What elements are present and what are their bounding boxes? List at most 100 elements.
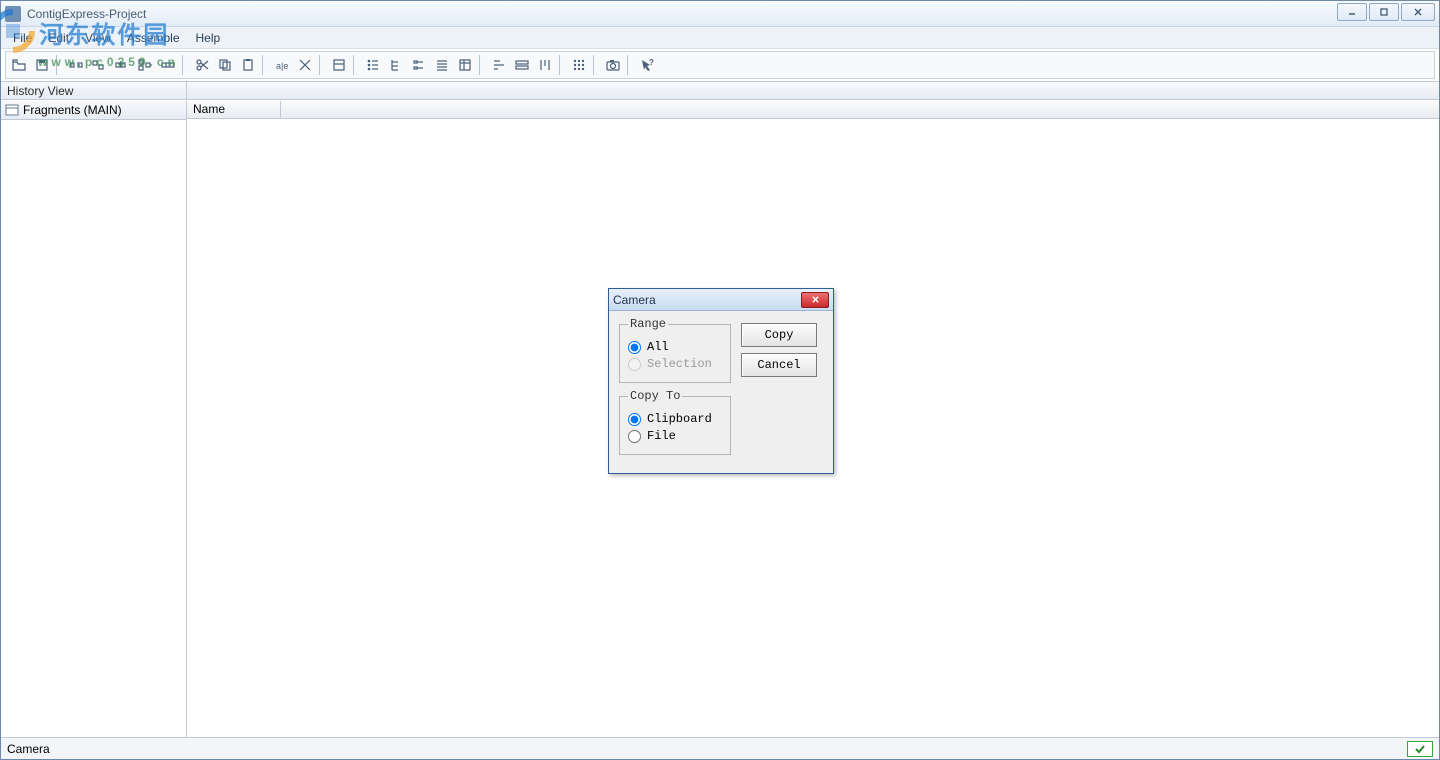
radio-row-file[interactable]: File bbox=[628, 429, 722, 443]
assemble-3-icon bbox=[114, 57, 130, 73]
maximize-button[interactable] bbox=[1369, 3, 1399, 21]
rename-button[interactable]: a|e bbox=[271, 54, 293, 76]
panel-headers: History View bbox=[1, 81, 1439, 100]
dialog-right-column: Copy Cancel bbox=[741, 317, 823, 377]
status-text: Camera bbox=[7, 742, 50, 756]
menu-help[interactable]: Help bbox=[188, 29, 229, 47]
column-header-row: Name bbox=[187, 101, 1439, 119]
assemble-4-icon bbox=[137, 57, 153, 73]
radio-clipboard[interactable] bbox=[628, 413, 641, 426]
history-view-header: History View bbox=[1, 82, 187, 99]
fieldset-copyto: Copy To Clipboard File bbox=[619, 389, 731, 455]
dialog-body: Range All Selection Copy To Clipboard bbox=[609, 311, 833, 473]
align-left-button[interactable] bbox=[488, 54, 510, 76]
legend-copyto: Copy To bbox=[628, 389, 682, 403]
assemble-2-icon bbox=[91, 57, 107, 73]
close-button[interactable] bbox=[1401, 3, 1435, 21]
svg-text:?: ? bbox=[649, 58, 654, 67]
toolbar-separator bbox=[627, 55, 633, 75]
tree-med-button[interactable] bbox=[385, 54, 407, 76]
open-folder-icon bbox=[11, 57, 27, 73]
whatsthis-icon: ? bbox=[639, 57, 655, 73]
align-left-icon bbox=[491, 57, 507, 73]
menu-view[interactable]: View bbox=[77, 29, 119, 47]
column-header-spacer bbox=[281, 101, 1439, 118]
props-icon bbox=[331, 57, 347, 73]
dialog-title: Camera bbox=[613, 293, 801, 307]
radio-row-clipboard[interactable]: Clipboard bbox=[628, 412, 722, 426]
menubar: File Edit View Assemble Help bbox=[1, 27, 1439, 49]
open-folder-button[interactable] bbox=[8, 54, 30, 76]
tree-med-icon bbox=[388, 57, 404, 73]
align-seq-icon bbox=[514, 57, 530, 73]
radio-all[interactable] bbox=[628, 341, 641, 354]
grid-button[interactable] bbox=[568, 54, 590, 76]
tree-large-icon bbox=[411, 57, 427, 73]
align-vert-icon bbox=[537, 57, 553, 73]
align-vert-button[interactable] bbox=[534, 54, 556, 76]
details-button[interactable] bbox=[454, 54, 476, 76]
radio-row-selection: Selection bbox=[628, 357, 722, 371]
radio-file[interactable] bbox=[628, 430, 641, 443]
check-icon bbox=[1414, 744, 1426, 754]
copy-button[interactable]: Copy bbox=[741, 323, 817, 347]
dialog-left-column: Range All Selection Copy To Clipboard bbox=[619, 317, 731, 455]
dialog-titlebar: Camera bbox=[609, 289, 833, 311]
toolbar-separator bbox=[56, 55, 62, 75]
menu-file[interactable]: File bbox=[5, 29, 40, 47]
delete-button[interactable] bbox=[294, 54, 316, 76]
menu-assemble[interactable]: Assemble bbox=[119, 29, 188, 47]
grid-icon bbox=[571, 57, 587, 73]
statusbar: Camera bbox=[1, 737, 1439, 759]
tree-large-button[interactable] bbox=[408, 54, 430, 76]
toolbar-separator bbox=[559, 55, 565, 75]
radio-file-label: File bbox=[647, 429, 676, 443]
tree-small-button[interactable] bbox=[362, 54, 384, 76]
paste-icon bbox=[240, 57, 256, 73]
cancel-button[interactable]: Cancel bbox=[741, 353, 817, 377]
copy-button[interactable] bbox=[214, 54, 236, 76]
assemble-1-button[interactable] bbox=[65, 54, 87, 76]
status-indicator[interactable] bbox=[1407, 741, 1433, 757]
column-header-name[interactable]: Name bbox=[187, 101, 281, 118]
minimize-icon bbox=[1347, 7, 1357, 17]
save-button[interactable] bbox=[31, 54, 53, 76]
assemble-2-button[interactable] bbox=[88, 54, 110, 76]
paste-button[interactable] bbox=[237, 54, 259, 76]
props-button[interactable] bbox=[328, 54, 350, 76]
toolbar-separator bbox=[319, 55, 325, 75]
menu-edit[interactable]: Edit bbox=[40, 29, 77, 47]
scissors-button[interactable] bbox=[191, 54, 213, 76]
fragments-icon bbox=[5, 104, 19, 116]
camera-button[interactable] bbox=[602, 54, 624, 76]
minimize-button[interactable] bbox=[1337, 3, 1367, 21]
camera-dialog: Camera Range All Selection Copy To bbox=[608, 288, 834, 474]
whatsthis-button[interactable]: ? bbox=[636, 54, 658, 76]
delete-icon bbox=[297, 57, 313, 73]
toolbar-separator bbox=[262, 55, 268, 75]
camera-icon bbox=[605, 57, 621, 73]
radio-row-all[interactable]: All bbox=[628, 340, 722, 354]
list-icon bbox=[434, 57, 450, 73]
assemble-4-button[interactable] bbox=[134, 54, 156, 76]
assemble-5-button[interactable] bbox=[157, 54, 179, 76]
maximize-icon bbox=[1379, 7, 1389, 17]
align-seq-button[interactable] bbox=[511, 54, 533, 76]
toolbar-separator bbox=[182, 55, 188, 75]
window-controls bbox=[1337, 3, 1435, 21]
radio-clipboard-label: Clipboard bbox=[647, 412, 712, 426]
right-panel-header bbox=[187, 82, 1439, 99]
scissors-icon bbox=[194, 57, 210, 73]
toolbar-separator bbox=[593, 55, 599, 75]
assemble-3-button[interactable] bbox=[111, 54, 133, 76]
fieldset-range: Range All Selection bbox=[619, 317, 731, 383]
app-icon bbox=[5, 6, 21, 22]
dialog-close-button[interactable] bbox=[801, 292, 829, 308]
toolbar-separator bbox=[479, 55, 485, 75]
sidebar-item-fragments[interactable]: Fragments (MAIN) bbox=[1, 101, 186, 120]
details-icon bbox=[457, 57, 473, 73]
list-button[interactable] bbox=[431, 54, 453, 76]
toolbar: a|e? bbox=[5, 51, 1435, 79]
radio-all-label: All bbox=[647, 340, 669, 354]
tree-small-icon bbox=[365, 57, 381, 73]
